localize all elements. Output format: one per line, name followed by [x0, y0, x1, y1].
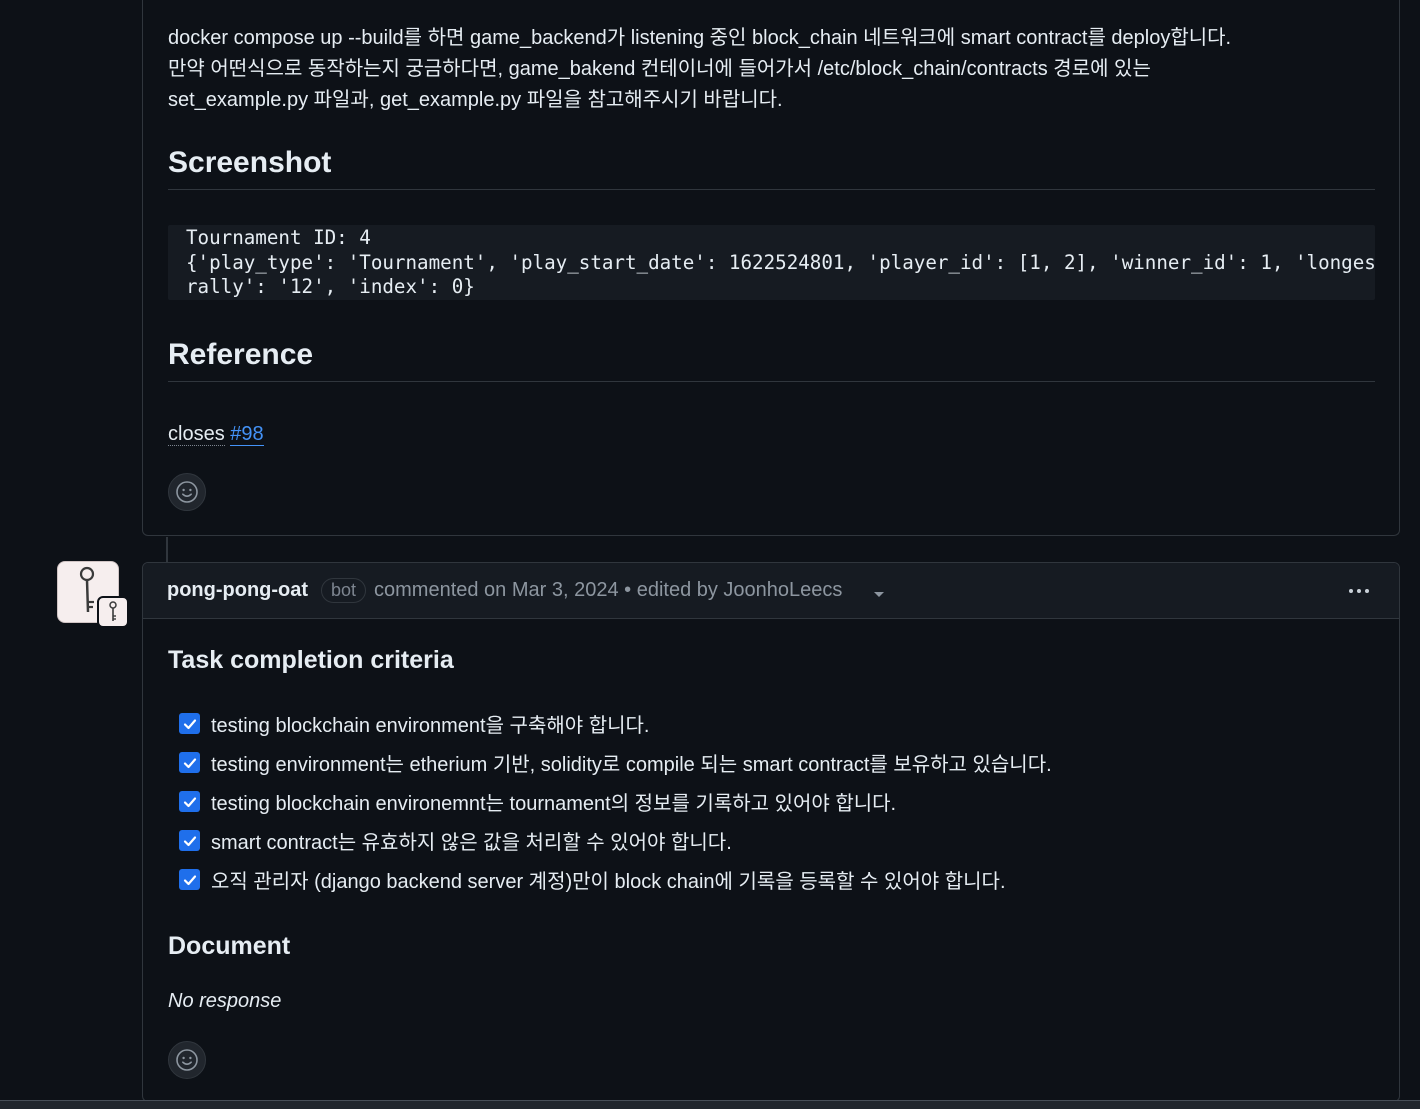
app-badge-avatar — [97, 596, 129, 628]
task-list-item: testing blockchain environment을 구축해야 합니다… — [179, 704, 1052, 743]
task-checkbox[interactable] — [179, 752, 200, 773]
check-icon — [183, 874, 196, 885]
task-text: testing blockchain environemnt는 tourname… — [211, 793, 897, 815]
comment-card-description: docker compose up --build를 하면 game_backe… — [142, 0, 1400, 536]
check-icon — [183, 796, 196, 807]
document-heading: Document — [168, 932, 291, 960]
task-list-item: testing environment는 etherium 기반, solidi… — [179, 743, 1052, 782]
small-key-icon — [109, 601, 117, 621]
task-checkbox[interactable] — [179, 713, 200, 734]
task-list: testing blockchain environment을 구축해야 합니다… — [179, 704, 1052, 899]
comment-card-bot: pong-pong-oat bot commented on Mar 3, 20… — [142, 562, 1400, 1102]
code-line: {'play_type': 'Tournament', 'play_start_… — [186, 250, 1375, 274]
task-checkbox[interactable] — [179, 869, 200, 890]
comment-author-link[interactable]: pong-pong-oat — [167, 563, 308, 618]
bottom-scrollbar[interactable] — [0, 1100, 1420, 1109]
timeline-connector — [166, 537, 168, 563]
smiley-icon — [176, 1049, 198, 1071]
check-icon — [183, 718, 196, 729]
description-line: docker compose up --build를 하면 game_backe… — [168, 27, 1232, 49]
kebab-dot — [1365, 589, 1369, 593]
code-line: rally': '12', 'index': 0} — [186, 275, 475, 298]
task-list-item: smart contract는 유효하지 않은 값을 처리할 수 있어야 합니다… — [179, 821, 1052, 860]
description-paragraph: docker compose up --build를 하면 game_backe… — [168, 23, 1231, 116]
issue-page: docker compose up --build를 하면 game_backe… — [0, 0, 1420, 1109]
add-reaction-button[interactable] — [168, 473, 206, 511]
comment-options-button[interactable] — [1349, 589, 1369, 593]
comment-meta[interactable]: commented on Mar 3, 2024 • edited by Joo… — [374, 563, 842, 618]
code-line: Tournament ID: 4 — [186, 226, 371, 249]
no-response-text: No response — [168, 990, 282, 1012]
task-text: smart contract는 유효하지 않은 값을 처리할 수 있어야 합니다… — [211, 832, 732, 854]
task-text: 오직 관리자 (django backend server 계정)만이 bloc… — [211, 871, 1006, 893]
task-text: testing environment는 etherium 기반, solidi… — [211, 754, 1052, 776]
task-list-item: 오직 관리자 (django backend server 계정)만이 bloc… — [179, 860, 1052, 899]
kebab-horizontal-icon — [1349, 589, 1353, 593]
description-line: set_example.py 파일과, get_example.py 파일을 참… — [168, 89, 783, 111]
task-checkbox[interactable] — [179, 791, 200, 812]
task-criteria-heading: Task completion criteria — [168, 646, 454, 674]
comment-header: pong-pong-oat bot commented on Mar 3, 20… — [143, 563, 1399, 619]
closes-reference: closes #98 — [168, 420, 264, 448]
code-block[interactable]: Tournament ID: 4 {'play_type': 'Tournamen… — [168, 225, 1375, 300]
bot-badge: bot — [321, 578, 367, 603]
kebab-dot — [1357, 589, 1361, 593]
closes-label: closes — [168, 423, 225, 446]
task-checkbox[interactable] — [179, 830, 200, 851]
chevron-down-icon[interactable] — [874, 592, 884, 597]
screenshot-heading: Screenshot — [168, 145, 1375, 190]
check-icon — [183, 835, 196, 846]
smiley-icon — [176, 481, 198, 503]
add-reaction-button[interactable] — [168, 1041, 206, 1079]
issue-link[interactable]: #98 — [230, 423, 264, 446]
task-text: testing blockchain environment을 구축해야 합니다… — [211, 715, 650, 737]
task-list-item: testing blockchain environemnt는 tourname… — [179, 782, 1052, 821]
check-icon — [183, 757, 196, 768]
description-line: 만약 어떤식으로 동작하는지 궁금하다면, game_bakend 컨테이너에 … — [168, 58, 1151, 80]
reference-heading: Reference — [168, 337, 1375, 382]
